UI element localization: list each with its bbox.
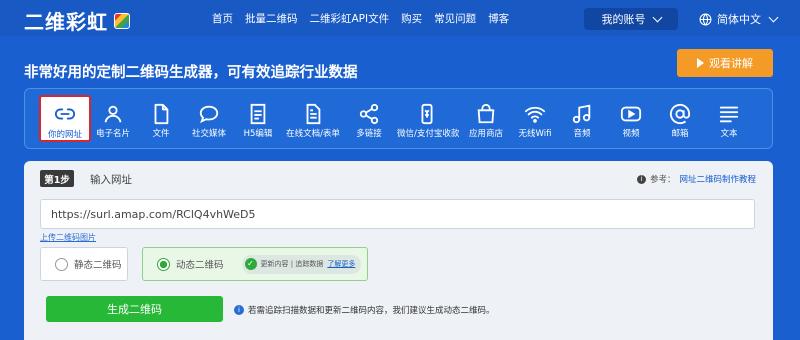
play-icon xyxy=(697,58,704,68)
payment-icon xyxy=(421,103,433,125)
type-item-h5[interactable]: H5编辑 xyxy=(228,89,288,150)
text-lines-icon xyxy=(719,106,739,123)
file-icon xyxy=(154,103,169,125)
music-note-icon xyxy=(572,104,591,124)
dynamic-feature-pill: ✓ 更新内容 | 追踪数据 了解更多 xyxy=(241,254,362,274)
share-icon xyxy=(359,103,379,125)
globe-icon xyxy=(699,13,712,25)
type-label: 多链接 xyxy=(356,129,382,139)
upload-qr-image-link[interactable]: 上传二维码图片 xyxy=(40,232,96,243)
type-item-text[interactable]: 文本 xyxy=(699,89,759,150)
url-form-panel: 第1步 输入网址 i 参考： 网址二维码制作教程 https://surl.am… xyxy=(24,161,773,340)
nav-link-faq[interactable]: 常见问题 xyxy=(434,11,476,26)
logo-cube-icon xyxy=(114,12,130,29)
account-dropdown[interactable]: 我的账号 xyxy=(584,8,678,30)
type-label: 在线文档/表单 xyxy=(286,129,340,139)
reference-label: 参考： xyxy=(649,175,676,185)
chevron-down-icon xyxy=(768,12,779,22)
learn-more-link[interactable]: 了解更多 xyxy=(327,259,355,269)
type-label: 你的网址 xyxy=(47,130,82,140)
person-icon xyxy=(104,105,122,123)
nav-link-buy[interactable]: 购买 xyxy=(401,11,422,26)
type-item-doc-form[interactable]: 在线文档/表单 xyxy=(283,89,343,150)
hint-text: 若需追踪扫描数据和更新二维码内容，我们建议生成动态二维码。 xyxy=(248,306,495,316)
at-sign-icon xyxy=(669,103,691,125)
tutorial-link[interactable]: 网址二维码制作教程 xyxy=(679,173,756,185)
type-item-payment[interactable]: 微信/支付宝收款 xyxy=(397,89,460,150)
language-selector[interactable]: 简体中文 xyxy=(697,8,791,30)
static-option-label: 静态二维码 xyxy=(74,260,122,271)
nav-link-blog[interactable]: 博客 xyxy=(488,11,509,26)
dynamic-hint: i 若需追踪扫描数据和更新二维码内容，我们建议生成动态二维码。 xyxy=(234,304,495,316)
dynamic-option-label: 动态二维码 xyxy=(176,260,224,271)
link-icon xyxy=(54,108,76,120)
type-label: H5编辑 xyxy=(243,129,273,139)
watch-button-label: 观看讲解 xyxy=(709,57,753,70)
chevron-down-icon xyxy=(652,12,662,22)
generate-qr-button[interactable]: 生成二维码 xyxy=(46,296,223,322)
static-qr-option[interactable]: 静态二维码 xyxy=(40,247,128,281)
type-label: 文本 xyxy=(720,129,738,139)
reference-link-area: i 参考： 网址二维码制作教程 xyxy=(636,173,756,185)
html-icon xyxy=(250,103,266,125)
nav-link-home[interactable]: 首页 xyxy=(212,11,233,26)
dynamic-features-text: 更新内容 | 追踪数据 xyxy=(260,260,324,268)
type-item-multi-link[interactable]: 多链接 xyxy=(339,89,399,150)
watch-tutorial-button[interactable]: 观看讲解 xyxy=(677,49,773,77)
logo-text: 二维彩虹 xyxy=(24,10,108,34)
video-icon xyxy=(620,106,642,122)
wifi-icon xyxy=(524,106,546,123)
account-label: 我的账号 xyxy=(601,13,646,26)
url-input[interactable]: https://surl.amap.com/RClQ4vhWeD5 xyxy=(40,199,755,229)
qr-type-selector: 你的网址 电子名片 文件 社交媒体 H5编辑 在线文档/表单 多链接 微信/支付… xyxy=(24,88,773,149)
dynamic-radio[interactable] xyxy=(157,257,170,271)
store-bag-icon xyxy=(477,103,495,124)
dynamic-qr-option[interactable]: 动态二维码 ✓ 更新内容 | 追踪数据 了解更多 xyxy=(142,247,368,281)
language-label: 简体中文 xyxy=(717,13,761,26)
page-headline: 非常好用的定制二维码生成器，可有效追踪行业数据 xyxy=(24,65,358,81)
nav-link-batch[interactable]: 批量二维码 xyxy=(245,11,298,26)
chat-bubble-icon xyxy=(199,105,219,124)
step-badge: 第1步 xyxy=(40,170,74,187)
static-radio[interactable] xyxy=(55,257,68,271)
nav-link-api[interactable]: 二维彩虹API文件 xyxy=(310,11,390,26)
step-title: 输入网址 xyxy=(90,174,132,186)
info-icon: i xyxy=(234,305,244,315)
site-logo[interactable]: 二维彩虹 xyxy=(24,6,130,35)
document-icon xyxy=(306,103,321,125)
top-nav-bar: 二维彩虹 首页 批量二维码 二维彩虹API文件 购买 常见问题 博客 我的账号 … xyxy=(0,0,800,36)
info-icon: i xyxy=(636,174,646,184)
check-icon: ✓ xyxy=(244,258,257,270)
type-label: 微信/支付宝收款 xyxy=(397,129,460,139)
main-menu: 首页 批量二维码 二维彩虹API文件 购买 常见问题 博客 xyxy=(212,11,509,26)
